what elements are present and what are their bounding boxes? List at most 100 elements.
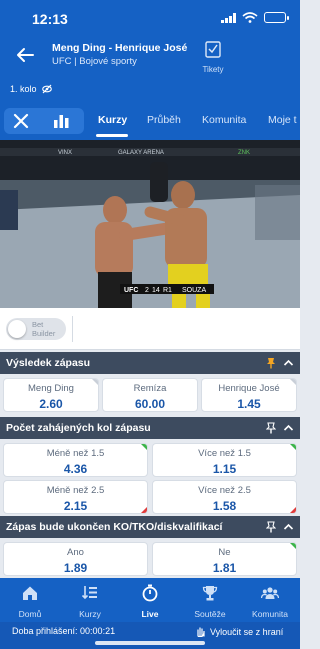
stopwatch-icon bbox=[142, 584, 158, 602]
odds-button-meng-ding[interactable]: Meng Ding 2.60 bbox=[3, 378, 99, 412]
bet-builder-label-line2: Builder bbox=[32, 328, 56, 338]
active-tab-underline bbox=[96, 134, 128, 137]
tab-prubeh[interactable]: Průběh bbox=[147, 114, 181, 126]
stats-bars-icon[interactable] bbox=[52, 113, 70, 129]
nav-item-souteze[interactable]: Soutěže bbox=[180, 578, 240, 622]
odds-label: Remíza bbox=[133, 383, 167, 394]
odds-up-indicator bbox=[141, 444, 147, 450]
odds-label: Méně než 2.5 bbox=[46, 485, 105, 496]
tab-kurzy[interactable]: Kurzy bbox=[98, 114, 127, 126]
match-title: Meng Ding - Henrique José bbox=[52, 42, 188, 54]
app-header: 12:13 Meng Ding - Henrique José UFC | Bo… bbox=[0, 0, 300, 140]
odds-up-indicator bbox=[290, 543, 296, 549]
toggle-knob bbox=[8, 320, 26, 338]
trophy-icon bbox=[202, 586, 218, 601]
odds-button-over-2-5[interactable]: Více než 2.5 1.58 bbox=[152, 480, 297, 514]
odds-button-under-1-5[interactable]: Méně než 1.5 4.36 bbox=[3, 443, 148, 477]
scoreboard-fighter: SOUZA bbox=[182, 287, 206, 294]
section-header-rounds[interactable]: Počet zahájených kol zápasu bbox=[0, 417, 300, 439]
hand-icon bbox=[197, 627, 205, 637]
section-title-rounds: Počet zahájených kol zápasu bbox=[6, 422, 151, 434]
odds-button-ne[interactable]: Ne 1.81 bbox=[152, 542, 297, 576]
home-icon bbox=[23, 586, 37, 600]
tabs-row: Kurzy Průběh Komunita Moje t bbox=[0, 105, 300, 137]
round-indicator: 1. kolo bbox=[10, 84, 52, 94]
nav-item-kurzy[interactable]: Kurzy bbox=[60, 578, 120, 622]
status-time: 12:13 bbox=[32, 11, 68, 27]
odds-label: Méně než 1.5 bbox=[46, 448, 105, 459]
close-icon[interactable] bbox=[12, 113, 30, 129]
nav-label-souteze: Soutěže bbox=[194, 609, 226, 619]
pin-icon[interactable] bbox=[266, 521, 276, 533]
back-arrow-icon[interactable] bbox=[14, 44, 36, 66]
odds-value: 60.00 bbox=[134, 397, 166, 411]
odds-value: 2.15 bbox=[63, 499, 88, 513]
odds-button-henrique-jose[interactable]: Henrique José 1.45 bbox=[201, 378, 297, 412]
section-header-result[interactable]: Výsledek zápasu bbox=[0, 352, 300, 374]
tickets-button[interactable]: Tikety bbox=[196, 40, 230, 74]
odds-change-indicator bbox=[290, 379, 296, 385]
nav-label-kurzy: Kurzy bbox=[79, 609, 101, 619]
odds-value: 1.89 bbox=[63, 561, 88, 575]
divider bbox=[72, 316, 73, 342]
nav-item-komunita[interactable]: Komunita bbox=[240, 578, 300, 622]
odds-label: Více než 2.5 bbox=[198, 485, 251, 496]
home-indicator bbox=[95, 641, 205, 645]
match-subtitle[interactable]: UFC | Bojové sporty bbox=[52, 56, 137, 67]
section-body-ko: Ano 1.89 Ne 1.81 bbox=[0, 538, 300, 578]
odds-down-indicator bbox=[141, 507, 147, 513]
bet-builder-row: Bet Builder bbox=[0, 308, 300, 350]
pin-icon[interactable] bbox=[266, 422, 276, 434]
odds-value: 1.15 bbox=[212, 462, 237, 476]
odds-label: Více než 1.5 bbox=[198, 448, 251, 459]
odds-label: Ne bbox=[218, 547, 231, 558]
odds-value: 2.60 bbox=[39, 397, 63, 411]
self-exclude-button[interactable]: Vyloučit se z hraní bbox=[195, 626, 283, 637]
odds-label: Ano bbox=[67, 547, 84, 558]
nav-label-live: Live bbox=[141, 609, 159, 619]
scoreboard-left: UFC bbox=[124, 287, 138, 294]
svg-text:ZNK: ZNK bbox=[238, 150, 250, 156]
eye-off-icon[interactable] bbox=[41, 84, 52, 94]
nav-item-home[interactable]: Domů bbox=[0, 578, 60, 622]
odds-button-under-2-5[interactable]: Méně než 2.5 2.15 bbox=[3, 480, 148, 514]
chevron-up-icon[interactable] bbox=[283, 522, 294, 532]
tab-komunita[interactable]: Komunita bbox=[202, 114, 246, 126]
live-video-stream[interactable]: VINX GALAXY ARENA ZNK UFC 2 14 R1 SOUZA bbox=[0, 140, 300, 308]
section-header-ko[interactable]: Zápas bude ukončen KO/TKO/diskvalifikací bbox=[0, 516, 300, 538]
chevron-up-icon[interactable] bbox=[283, 358, 294, 368]
round-label: 1. kolo bbox=[10, 84, 37, 94]
odds-value: 1.81 bbox=[212, 561, 237, 575]
nav-item-live[interactable]: Live bbox=[120, 578, 180, 622]
status-icons bbox=[221, 12, 289, 23]
odds-down-indicator bbox=[290, 507, 296, 513]
bet-builder-label: Bet Builder bbox=[32, 320, 56, 338]
odds-button-remiza[interactable]: Remíza 60.00 bbox=[102, 378, 198, 412]
login-duration: Doba přihlášení: 00:00:21 bbox=[12, 626, 116, 636]
signal-icon bbox=[221, 12, 236, 23]
scoreboard-right: R1 bbox=[163, 287, 172, 294]
self-exclude-label: Vyloučit se z hraní bbox=[210, 626, 284, 637]
svg-text:VINX: VINX bbox=[58, 150, 72, 156]
nav-label-komunita: Komunita bbox=[252, 609, 288, 619]
section-body-result: Meng Ding 2.60 Remíza 60.00 Henrique Jos… bbox=[0, 374, 300, 416]
odds-button-ano[interactable]: Ano 1.89 bbox=[3, 542, 148, 576]
status-bar: 12:13 bbox=[0, 0, 300, 38]
odds-label: Meng Ding bbox=[28, 383, 74, 394]
chevron-up-icon[interactable] bbox=[283, 423, 294, 433]
list-icon bbox=[81, 586, 97, 600]
tab-moje-tikety[interactable]: Moje t bbox=[268, 114, 297, 126]
pin-icon[interactable] bbox=[266, 357, 276, 369]
bet-builder-toggle[interactable]: Bet Builder bbox=[6, 318, 66, 340]
view-switcher bbox=[4, 108, 84, 134]
odds-change-indicator bbox=[92, 379, 98, 385]
odds-button-over-1-5[interactable]: Více než 1.5 1.15 bbox=[152, 443, 297, 477]
ticket-icon bbox=[205, 41, 221, 58]
section-title-ko: Zápas bude ukončen KO/TKO/diskvalifikací bbox=[6, 521, 223, 533]
fight-video-frame: VINX GALAXY ARENA ZNK UFC 2 14 R1 SOUZA bbox=[0, 140, 300, 308]
odds-value: 1.45 bbox=[237, 397, 261, 411]
tickets-label: Tikety bbox=[202, 65, 224, 74]
odds-value: 1.58 bbox=[212, 499, 237, 513]
community-icon bbox=[260, 587, 280, 599]
odds-value: 4.36 bbox=[63, 462, 88, 476]
